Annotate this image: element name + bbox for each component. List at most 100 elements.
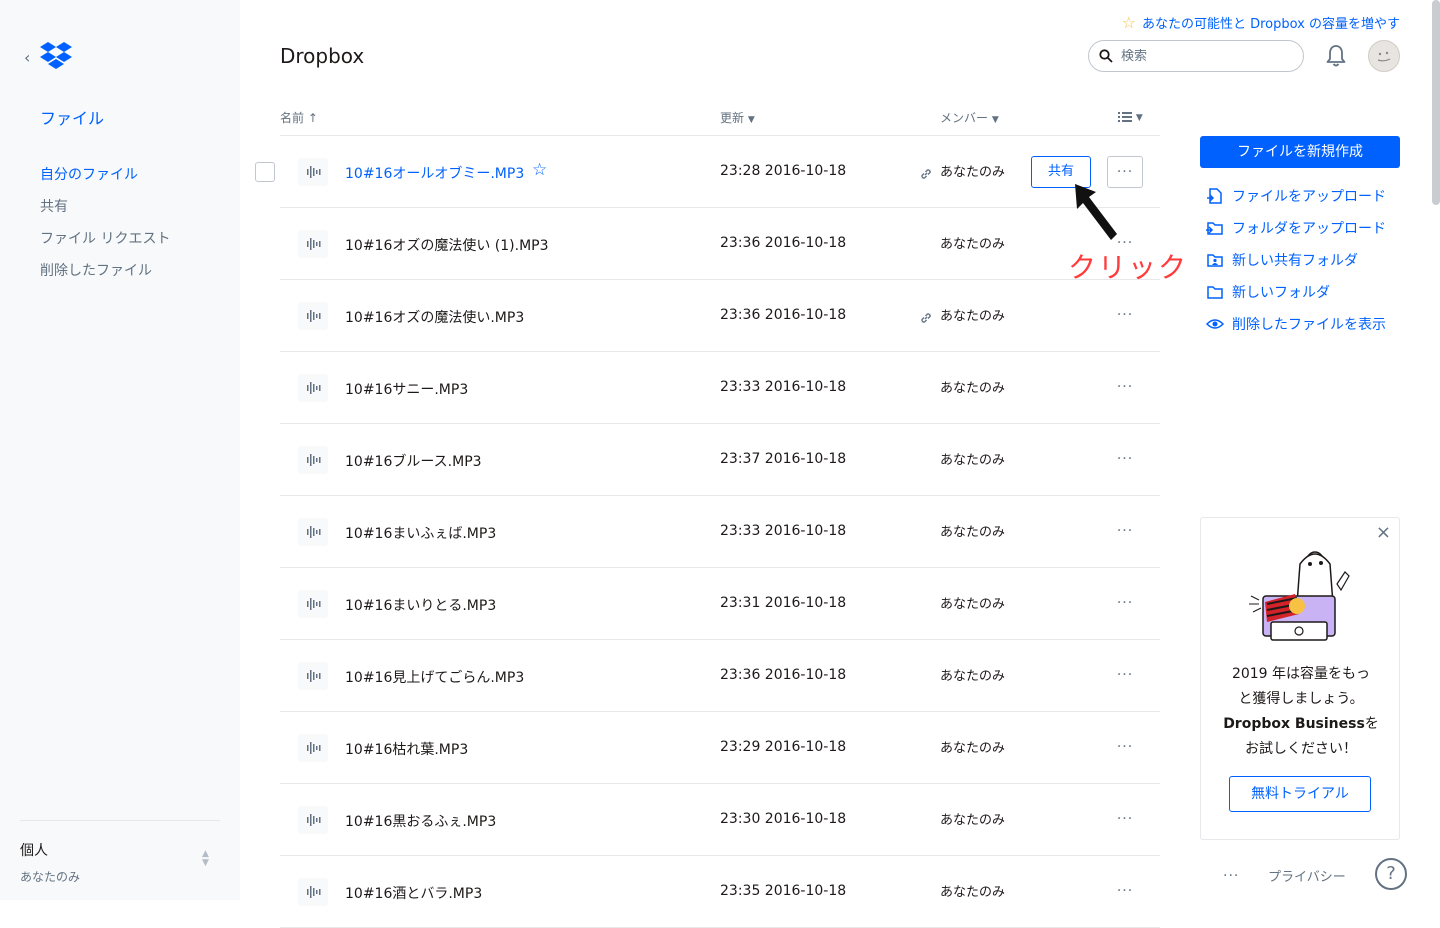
table-row[interactable]: 10#16オズの魔法使い.MP3 23:36 2016-10-18 あなたのみ... (280, 280, 1160, 352)
file-name[interactable]: 10#16オールオブミー.MP3 (345, 163, 524, 183)
promo-card: × 2019 年は容量をもっ と獲得しましょう。 Dropbox Busines… (1200, 517, 1400, 840)
audio-file-icon (298, 662, 328, 690)
column-name-header[interactable]: 名前 ↑ (280, 109, 318, 126)
more-options-button[interactable]: ... (1107, 444, 1143, 476)
more-options-button[interactable]: ... (1107, 876, 1143, 908)
promo-line-1: 2019 年は容量をもっ (1231, 666, 1371, 682)
promo-line-4: お試しください！ (1245, 741, 1357, 757)
column-members-header[interactable]: メンバー ▼ (940, 109, 999, 126)
view-toggle[interactable]: ▼ (1118, 109, 1143, 123)
more-options-button[interactable]: ... (1107, 516, 1143, 548)
more-options-button[interactable]: ... (1107, 660, 1143, 692)
table-row[interactable]: 10#16サニー.MP3 23:33 2016-10-18 あなたのみ... (280, 352, 1160, 424)
dropbox-logo[interactable] (40, 42, 72, 70)
promo-text: 2019 年は容量をもっ と獲得しましょう。 Dropbox Businessを… (1201, 662, 1401, 762)
avatar-face-icon (1377, 51, 1391, 62)
star-icon[interactable]: ☆ (532, 160, 547, 180)
more-options-button[interactable]: ... (1107, 372, 1143, 404)
audio-file-icon (298, 230, 328, 258)
action-eye[interactable]: 削除したファイルを表示 (1206, 308, 1386, 340)
column-modified-header[interactable]: 更新 ▼ (720, 109, 755, 126)
file-name[interactable]: 10#16見上げてごらん.MP3 (345, 667, 524, 687)
file-name[interactable]: 10#16枯れ葉.MP3 (345, 739, 468, 759)
sidebar-item-file-requests[interactable]: ファイル リクエスト (40, 228, 170, 260)
arrow-up-icon: ↑ (307, 111, 318, 125)
file-members: あなたのみ (940, 669, 1006, 684)
file-modified: 23:35 2016-10-18 (720, 883, 847, 899)
file-members: あなたのみ (940, 381, 1006, 396)
table-row[interactable]: 10#16見上げてごらん.MP3 23:36 2016-10-18 あなたのみ... (280, 640, 1160, 712)
audio-file-icon (298, 734, 328, 762)
action-shared-folder[interactable]: 新しい共有フォルダ (1206, 244, 1386, 276)
sidebar-item-deleted-files[interactable]: 削除したファイル (40, 260, 170, 292)
file-modified: 23:37 2016-10-18 (720, 451, 847, 467)
sidebar-title[interactable]: ファイル (40, 105, 104, 129)
file-name[interactable]: 10#16ブルース.MP3 (345, 451, 482, 471)
account-subtitle: あなたのみ (20, 870, 81, 884)
table-row[interactable]: 10#16まいりとる.MP3 23:31 2016-10-18 あなたのみ... (280, 568, 1160, 640)
file-name[interactable]: 10#16まいふぇば.MP3 (345, 523, 496, 543)
more-options-button[interactable]: ... (1107, 588, 1143, 620)
audio-file-icon (298, 446, 328, 474)
row-checkbox[interactable] (255, 162, 275, 182)
file-name[interactable]: 10#16酒とバラ.MP3 (345, 883, 482, 903)
page-title: Dropbox (280, 44, 365, 68)
sidebar-item-my-files[interactable]: 自分のファイル (40, 164, 170, 196)
search-input[interactable] (1121, 48, 1281, 64)
file-name[interactable]: 10#16オズの魔法使い.MP3 (345, 307, 524, 327)
more-options-button[interactable]: ... (1107, 300, 1143, 332)
privacy-link[interactable]: プライバシー (1268, 866, 1346, 885)
sidebar-item-shared[interactable]: 共有 (40, 196, 170, 228)
file-name[interactable]: 10#16サニー.MP3 (345, 379, 468, 399)
scrollbar[interactable] (1432, 0, 1440, 205)
file-modified: 23:28 2016-10-18 (720, 163, 847, 179)
audio-file-icon (298, 806, 328, 834)
file-name[interactable]: 10#16黒おるふぇ.MP3 (345, 811, 496, 831)
audio-file-icon (298, 158, 328, 186)
table-row[interactable]: 10#16オズの魔法使い (1).MP3 23:36 2016-10-18 あなたの… (280, 208, 1160, 280)
file-name[interactable]: 10#16オズの魔法使い (1).MP3 (345, 235, 549, 255)
promo-brand: Dropbox Business (1223, 716, 1365, 732)
table-row[interactable]: 10#16黒おるふぇ.MP3 23:30 2016-10-18 あなたのみ... (280, 784, 1160, 856)
table-row[interactable]: 10#16酒とバラ.MP3 23:35 2016-10-18 あなたのみ... (280, 856, 1160, 928)
table-row[interactable]: 10#16枯れ葉.MP3 23:29 2016-10-18 あなたのみ... (280, 712, 1160, 784)
sidebar: ‹ ファイル 自分のファイル 共有 ファイル リクエスト 削除したファイル 個人… (0, 0, 240, 900)
chevron-left-icon[interactable]: ‹ (24, 48, 30, 67)
bell-icon[interactable] (1325, 44, 1347, 68)
action-label: 新しい共有フォルダ (1232, 253, 1358, 269)
audio-file-icon (298, 374, 328, 402)
account-switch-icon[interactable]: ▲ ▼ (202, 850, 209, 868)
file-members: あなたのみ (940, 525, 1006, 540)
new-file-button[interactable]: ファイルを新規作成 (1200, 136, 1400, 168)
account-name[interactable]: 個人 (20, 840, 48, 860)
file-modified: 23:30 2016-10-18 (720, 811, 847, 827)
action-folder[interactable]: 新しいフォルダ (1206, 276, 1386, 308)
footer-more-button[interactable]: ... (1223, 864, 1239, 880)
table-row[interactable]: 10#16まいふぇば.MP3 23:33 2016-10-18 あなたのみ... (280, 496, 1160, 568)
file-members: あなたのみ (940, 237, 1006, 252)
file-modified: 23:31 2016-10-18 (720, 595, 847, 611)
caret-down-icon: ▼ (747, 115, 755, 125)
avatar[interactable] (1368, 40, 1400, 72)
action-upload-folder[interactable]: フォルダをアップロード (1206, 212, 1386, 244)
help-button[interactable]: ? (1375, 858, 1407, 890)
free-trial-button[interactable]: 無料トライアル (1229, 776, 1371, 812)
promo-line-3-suffix: を (1364, 716, 1379, 732)
action-upload-file[interactable]: ファイルをアップロード (1206, 180, 1386, 212)
search-box[interactable] (1088, 40, 1304, 72)
table-row[interactable]: 10#16ブルース.MP3 23:37 2016-10-18 あなたのみ... (280, 424, 1160, 496)
table-row[interactable]: 10#16オールオブミー.MP3 ☆ 23:28 2016-10-18 あなたのみ 共有… (255, 136, 1160, 208)
action-label: フォルダをアップロード (1232, 221, 1386, 237)
upsell-link[interactable]: ☆ あなたの可能性と Dropbox の容量を増やす (1122, 13, 1400, 32)
search-icon (1099, 49, 1113, 63)
file-members: あなたのみ (940, 165, 1006, 180)
more-options-button[interactable]: ... (1107, 732, 1143, 764)
upsell-text[interactable]: あなたの可能性と Dropbox の容量を増やす (1142, 13, 1400, 32)
file-name[interactable]: 10#16まいりとる.MP3 (345, 595, 496, 615)
close-icon[interactable]: × (1376, 522, 1391, 543)
table-header: 名前 ↑ 更新 ▼ メンバー ▼ ▼ (280, 100, 1160, 136)
audio-file-icon (298, 878, 328, 906)
more-options-button[interactable]: ... (1107, 804, 1143, 836)
upload-folder-icon (1206, 222, 1223, 235)
file-modified: 23:33 2016-10-18 (720, 523, 847, 539)
